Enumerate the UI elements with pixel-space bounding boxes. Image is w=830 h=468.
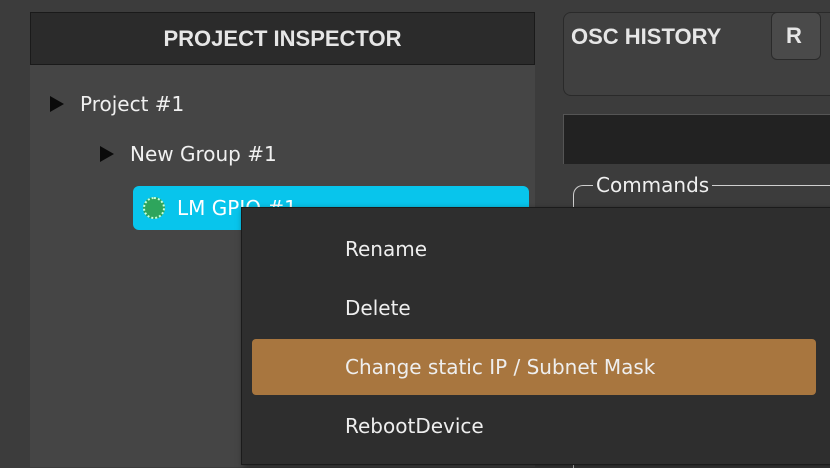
menu-item-rename[interactable]: Rename — [252, 221, 816, 277]
menu-item-change-static-ip[interactable]: Change static IP / Subnet Mask — [252, 339, 816, 395]
menu-item-delete[interactable]: Delete — [252, 280, 816, 336]
expand-triangle-icon[interactable] — [100, 146, 114, 162]
project-inspector-header: PROJECT INSPECTOR — [30, 12, 535, 65]
tree-item-group[interactable]: New Group #1 — [100, 142, 277, 166]
tab-next[interactable]: R — [771, 12, 821, 60]
menu-item-reboot-device[interactable]: RebootDevice — [252, 398, 816, 454]
header-bar — [563, 114, 830, 164]
commands-label: Commands — [593, 173, 713, 197]
device-status-dot-icon — [143, 197, 165, 219]
tree-item-label: Project #1 — [80, 92, 185, 116]
expand-triangle-icon[interactable] — [50, 96, 64, 112]
context-menu: Rename Delete Change static IP / Subnet … — [241, 207, 830, 465]
tree-item-project[interactable]: Project #1 — [50, 92, 184, 116]
tab-osc-history[interactable]: OSC HISTORY — [571, 24, 721, 50]
tree-item-label: New Group #1 — [130, 142, 277, 166]
